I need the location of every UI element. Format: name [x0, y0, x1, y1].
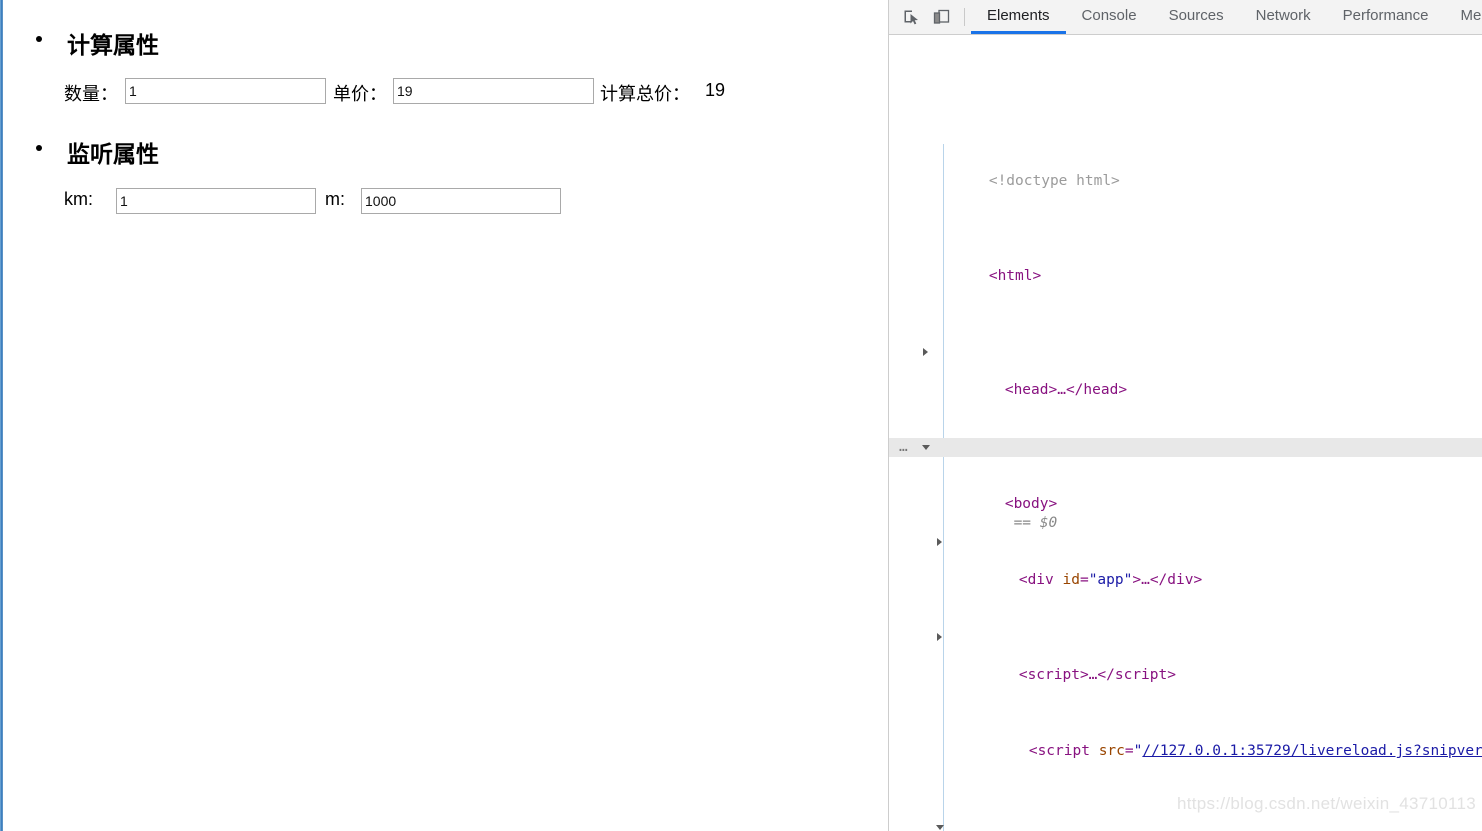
html-open-tag: <html>	[988, 268, 1042, 284]
label-unit-price: 单价：	[333, 84, 387, 104]
list-bullet-icon	[36, 36, 42, 42]
tab-elements[interactable]: Elements	[971, 0, 1066, 34]
input-km[interactable]	[116, 188, 316, 214]
input-unit-price[interactable]	[393, 78, 594, 104]
head-collapsed-tag: <head>…</head>	[1004, 382, 1128, 398]
screenshot-root: 计算属性 数量： 单价： 计算总价： 19 监听属性 km: m:	[0, 0, 1482, 831]
section-title-watch: 监听属性	[67, 141, 159, 167]
tree-row-html-open[interactable]: <html>	[889, 248, 1482, 284]
div-app-tag: <div id="app">…</div>	[1018, 572, 1203, 588]
chevron-down-icon[interactable]	[936, 825, 944, 831]
browser-page-content: 计算属性 数量： 单价： 计算总价： 19 监听属性 km: m:	[3, 0, 888, 831]
livereload-src-link[interactable]: //127.0.0.1:35729/livereload.js?snipver=…	[1142, 743, 1482, 759]
watermark-text: https://blog.csdn.net/weixin_43710113	[1176, 794, 1476, 813]
tree-row-script-inline-open[interactable]: <script>	[889, 818, 1482, 831]
inspect-element-icon[interactable]	[896, 0, 926, 34]
list-bullet-icon	[36, 145, 42, 151]
devtools-toolbar: Elements Console Sources Network Perform…	[889, 0, 1482, 35]
tree-row-head[interactable]: <head>…</head>	[889, 343, 1482, 398]
chevron-right-icon[interactable]	[937, 538, 942, 546]
script-src-attr: src	[1098, 743, 1125, 759]
chevron-right-icon[interactable]	[937, 633, 942, 641]
input-m[interactable]	[361, 188, 561, 214]
tree-row-div-app[interactable]: <div id="app">…</div>	[889, 533, 1482, 588]
body-open-tag: <body>	[1004, 496, 1058, 512]
dom-tree[interactable]: <!doctype html> <html> <head>…</head> … …	[889, 35, 1482, 831]
input-quantity[interactable]	[125, 78, 326, 104]
tree-row-doctype[interactable]: <!doctype html>	[889, 153, 1482, 189]
devtools-tab-bar: Elements Console Sources Network Perform…	[971, 0, 1482, 34]
tree-overflow-ellipsis[interactable]: …	[899, 438, 908, 457]
tab-memory[interactable]: Me	[1445, 0, 1482, 34]
tab-performance[interactable]: Performance	[1327, 0, 1445, 34]
toolbar-divider	[964, 8, 965, 26]
tab-console[interactable]: Console	[1066, 0, 1153, 34]
devtools-panel: Elements Console Sources Network Perform…	[888, 0, 1482, 831]
tab-sources[interactable]: Sources	[1153, 0, 1240, 34]
section-title-computed: 计算属性	[67, 32, 159, 58]
tree-row-body-open[interactable]: … <body> == $0	[889, 438, 1482, 531]
tree-row-script-livereload[interactable]: <script src="//127.0.0.1:35729/livereloa…	[889, 723, 1482, 759]
label-quantity: 数量：	[64, 84, 118, 104]
device-toolbar-icon[interactable]	[926, 0, 956, 34]
selected-node-badge: == $0	[1013, 515, 1058, 531]
tree-row-script-collapsed[interactable]: <script>…</script>	[889, 628, 1482, 683]
label-km: km:	[64, 189, 93, 209]
tab-network[interactable]: Network	[1240, 0, 1327, 34]
chevron-down-icon[interactable]	[922, 445, 930, 454]
label-total: 计算总价：	[600, 84, 690, 104]
script-collapsed-tag: <script>…</script>	[1018, 667, 1176, 683]
value-total: 19	[705, 80, 726, 100]
doctype-text: <!doctype html>	[988, 173, 1120, 189]
label-m: m:	[325, 189, 345, 209]
chevron-right-icon[interactable]	[923, 348, 928, 356]
